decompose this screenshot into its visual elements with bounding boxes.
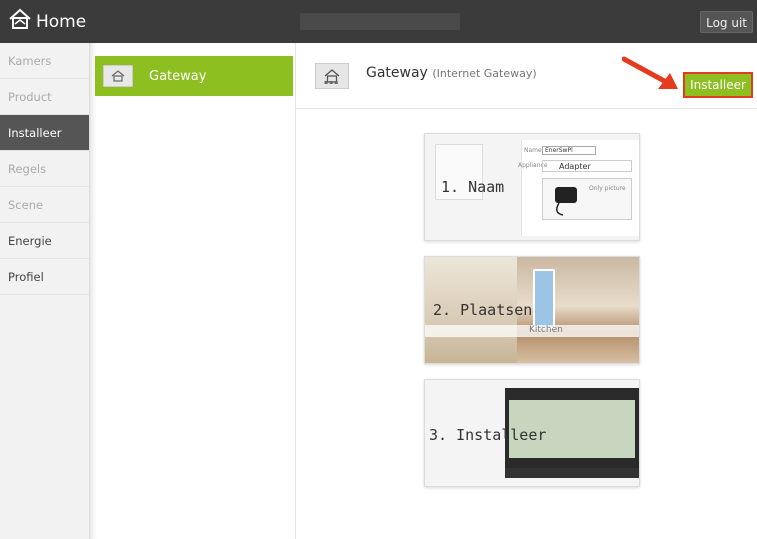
step-1-label: 1. Naam [441,178,505,196]
name-field-preview: EnerSwPl [542,146,596,155]
sidebar-item-regels[interactable]: Regels [0,151,89,187]
page-title: Gateway (Internet Gateway) [366,65,537,81]
video-controls[interactable] [505,468,639,478]
step-3-label: 3. Installeer [429,426,547,444]
room-label: Kitchen [529,325,563,335]
sidebar-item-installeer[interactable]: Installeer [0,115,89,151]
brand-label: Home [36,11,87,32]
gateway-icon: ▪▪▪ [315,63,349,89]
appliance-select-preview: Adapter [542,160,632,172]
home-icon [8,8,36,35]
sidebar-item-energie[interactable]: Energie [0,223,89,259]
name-form-preview: Name: EnerSwPl Appliance Adapter Only pi… [518,140,639,236]
device-header: ▪▪▪ Gateway (Internet Gateway) Installee… [296,43,757,109]
sidebar-item-profiel[interactable]: Profiel [0,259,89,295]
name-field-label: Name: [524,147,544,154]
gateway-device-icon [103,65,133,87]
logout-button[interactable]: Log uit [700,11,753,33]
led-dots-icon: ▪▪▪ [324,79,340,86]
main-panel: ▪▪▪ Gateway (Internet Gateway) Installee… [296,43,757,539]
step-2-label: 2. Plaatsen [433,301,533,319]
room-window [533,269,555,329]
top-bar: Home Log uit [0,0,757,43]
device-item-gateway[interactable]: Gateway [95,56,293,96]
step-card-plaatsen[interactable]: Kitchen 2. Plaatsen [424,256,640,364]
step-card-installeer[interactable]: 3. Installeer [424,379,640,487]
adapter-icon [555,187,577,216]
sidebar-item-kamers[interactable]: Kamers [0,43,89,79]
blurred-search-bar [300,13,460,30]
step-card-naam[interactable]: Name: EnerSwPl Appliance Adapter Only pi… [424,133,640,241]
page-subtitle: (Internet Gateway) [432,67,537,80]
red-arrow-icon [622,56,678,89]
sidebar-item-scene[interactable]: Scene [0,187,89,223]
sidebar: Kamers Product Installeer Regels Scene E… [0,43,90,539]
home-link[interactable]: Home [0,0,90,43]
device-item-label: Gateway [149,68,207,84]
sidebar-item-product[interactable]: Product [0,79,89,115]
picture-caption: Only picture [589,185,626,192]
device-list: Gateway [90,43,296,539]
adapter-picture: Only picture [542,178,632,220]
install-button[interactable]: Installeer [683,72,753,98]
